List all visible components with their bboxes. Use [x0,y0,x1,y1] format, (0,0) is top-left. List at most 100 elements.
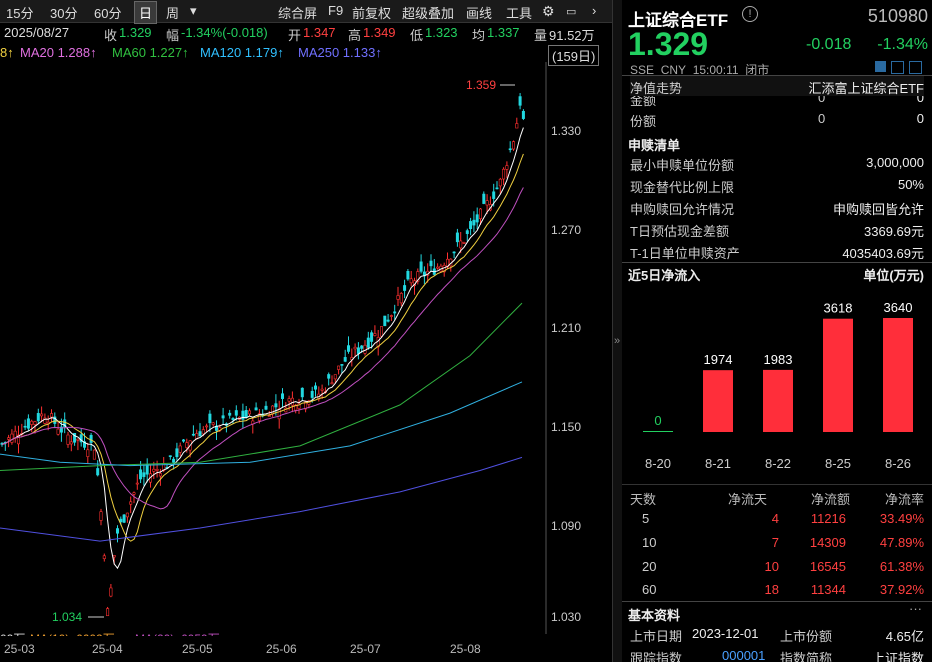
candle-body [90,435,92,442]
low-value: 1.323 [425,25,458,40]
collapse-icon[interactable]: › [592,3,596,18]
candle-body [172,459,174,462]
candle-body [479,209,481,219]
candle-body [460,241,462,248]
ma-legend: 8↑ MA20 1.288↑ MA60 1.227↑ MA120 1.179↑ … [0,44,612,62]
candle-body [50,414,52,417]
period-dropdown[interactable]: ▾ [190,3,197,19]
candle-body [516,124,518,129]
adjust-button[interactable]: 前复权 [352,3,391,22]
candle-body [367,338,369,347]
flow-row-10: 10 7 14309 47.89% [630,533,924,553]
sub-row-5: T-1日单位申赎资产 4035403.69元 [630,241,924,261]
inflow-value-label: 1983 [764,352,793,367]
price-tick-4: 1.150 [551,420,581,434]
candle-body [24,426,26,427]
candle-body [235,410,237,415]
kline-chart[interactable]: 1.330 1.270 1.210 1.150 1.090 1.030 1.35… [0,62,612,634]
edit-icon[interactable] [875,61,886,72]
candle-body [176,449,178,457]
expand-icon[interactable]: » [614,335,620,347]
candle-body [169,456,171,457]
high-value: 1.349 [363,25,396,40]
candle-group [1,93,525,616]
overlay-button[interactable]: 超级叠加 [402,3,454,22]
candle-body [430,261,432,266]
flow-row-20: 20 10 16545 61.38% [630,557,924,577]
candle-body [506,166,508,170]
candle-body [248,411,250,414]
inflow-value-label: 0 [654,413,661,428]
candle-body [113,555,115,557]
inflow-unit: 单位(万元) [863,265,924,284]
candle-body [192,434,194,435]
inflow-date-label: 8-25 [825,456,851,471]
candle-body [136,483,138,484]
candle-body [341,364,343,365]
wp-icon[interactable]: ▭ [566,5,576,18]
candle-body [476,215,478,222]
info-icon[interactable]: ! [742,6,758,22]
flow-row-5: 5 4 11216 33.49% [630,509,924,529]
candle-body [288,399,290,402]
candle-body [130,502,132,504]
candle-body [403,285,405,290]
candle-body [496,188,498,189]
inflow-value-label: 1974 [704,352,733,367]
amp-value: -1.34%(-0.018) [181,25,268,40]
candle-body [493,192,495,199]
candle-body [410,279,412,283]
window-icon[interactable] [891,61,904,74]
draw-button[interactable]: 画线 [466,3,492,22]
candle-body [486,201,488,205]
candle-body [27,419,29,429]
candle-body [209,414,211,423]
candle-body [314,386,316,389]
more-icon[interactable]: ··· [909,601,922,616]
candle-body [361,346,363,349]
candle-body [354,347,356,349]
period-week[interactable]: 周 [166,3,179,22]
candle-body [153,469,155,471]
candle-body [519,97,521,106]
candle-body [456,233,458,242]
inflow-date-label: 8-20 [645,456,671,471]
candle-body [100,512,102,521]
ma250-line [0,457,522,541]
track-code-link[interactable]: 000001 [722,648,765,662]
price-change-pct: -1.34% [877,36,928,54]
candle-body [143,473,145,477]
amount-row: 金额 0 0 [630,96,924,110]
candle-body [331,383,333,384]
candle-body [123,515,125,523]
date-tick-5: 25-07 [350,642,381,656]
nav-trend-row[interactable]: 净值走势 汇添富上证综合ETF [630,76,924,96]
date-tick-4: 25-06 [266,642,297,656]
inflow-date-label: 8-26 [885,456,911,471]
inflow-bars: 08-2019748-2119838-2236188-2536408-26 [643,300,913,471]
candle-body [357,348,359,354]
candle-body [97,468,99,475]
candle-body [407,271,409,279]
candle-body [499,179,501,186]
price-tick-1: 1.330 [551,124,581,138]
sub-row-1: 最小申赎单位份额 3,000,000 [630,153,924,173]
f9-button[interactable]: F9 [328,3,343,18]
composite-screen-button[interactable]: 综合屏 [278,3,317,22]
candle-body [364,345,366,353]
candle-body [522,111,524,118]
pin-icon[interactable] [909,61,922,74]
date-tick-3: 25-05 [182,642,213,656]
ma10-line [2,154,523,541]
period-30m[interactable]: 30分 [50,3,77,22]
period-15m[interactable]: 15分 [6,3,33,22]
candle-body [7,438,9,440]
candle-body [57,429,59,434]
high-annotation: 1.359 [466,78,496,92]
period-60m[interactable]: 60分 [94,3,121,22]
gear-icon[interactable]: ⚙ [542,3,555,20]
candle-body [390,316,392,317]
price-tick-5: 1.090 [551,519,581,533]
tools-button[interactable]: 工具 [506,3,532,22]
period-day[interactable]: 日 [134,1,157,24]
